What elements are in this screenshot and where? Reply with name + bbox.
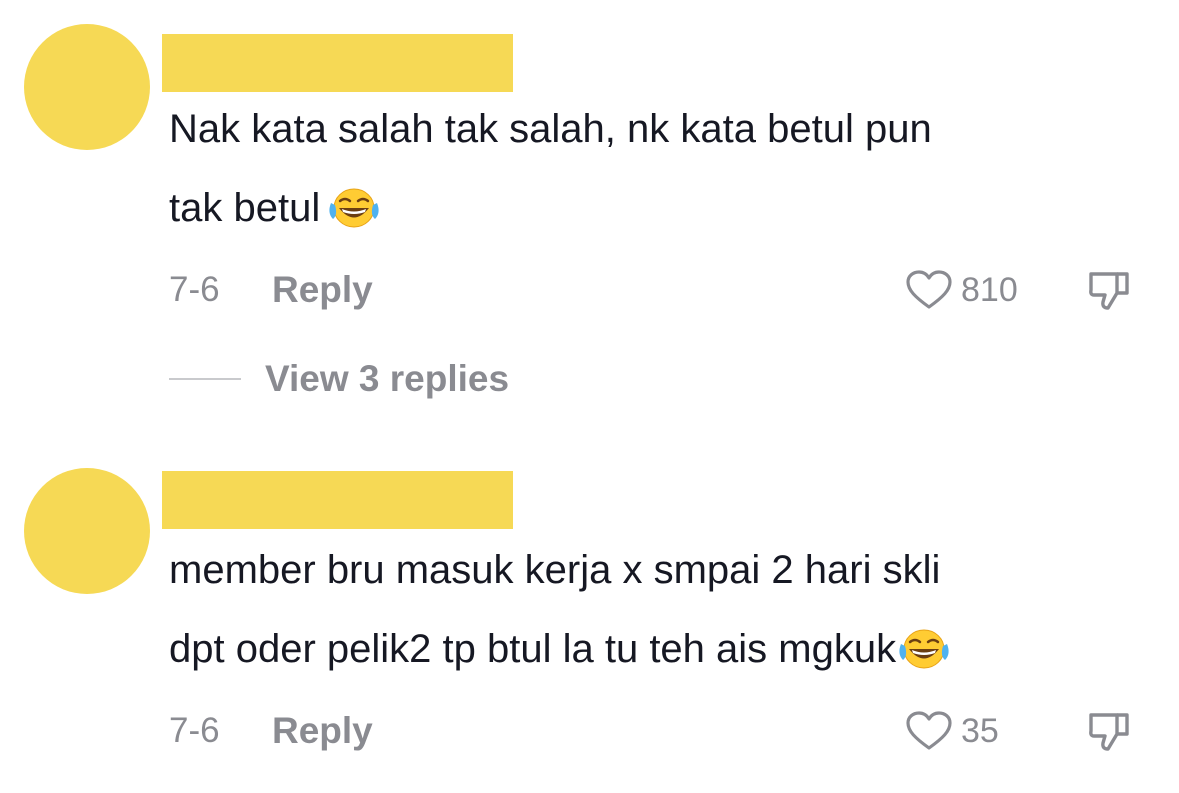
comment-line: member bru masuk kerja x smpai 2 hari sk…	[169, 548, 941, 592]
heart-icon	[906, 270, 952, 309]
comment-line: Nak kata salah tak salah, nk kata betul …	[169, 107, 932, 151]
thumbs-down-icon	[1089, 272, 1129, 310]
comment-meta: 7-6 Reply 35	[169, 709, 1149, 753]
like-count: 810	[961, 271, 1018, 309]
comment-text: Nak kata salah tak salah, nk kata betul …	[169, 90, 1129, 248]
like-button[interactable]: 810	[905, 268, 1025, 312]
tears-of-joy-emoji-icon	[326, 187, 382, 229]
heart-icon	[906, 711, 952, 750]
reply-button[interactable]: Reply	[272, 268, 373, 312]
tears-of-joy-emoji-icon	[896, 628, 952, 670]
comment-text: member bru masuk kerja x smpai 2 hari sk…	[169, 531, 1129, 689]
view-replies-label: View 3 replies	[265, 358, 510, 399]
comment-meta: 7-6 Reply 810	[169, 268, 1149, 312]
dislike-button[interactable]	[1086, 268, 1134, 316]
divider	[169, 378, 241, 380]
comment-date: 7-6	[169, 270, 220, 309]
dislike-button[interactable]	[1086, 709, 1134, 757]
comment-line: tak betul	[169, 186, 321, 230]
like-button[interactable]: 35	[905, 709, 1025, 753]
comment-line: dpt oder pelik2 tp btul la tu teh ais mg…	[169, 627, 897, 671]
like-count: 35	[961, 712, 999, 750]
comment-date: 7-6	[169, 711, 220, 750]
avatar[interactable]	[24, 24, 150, 150]
username-redaction[interactable]	[162, 471, 513, 529]
username-redaction[interactable]	[162, 34, 513, 92]
reply-button[interactable]: Reply	[272, 709, 373, 753]
thumbs-down-icon	[1089, 713, 1129, 751]
view-replies-button[interactable]: View 3 replies	[169, 357, 569, 401]
avatar[interactable]	[24, 468, 150, 594]
